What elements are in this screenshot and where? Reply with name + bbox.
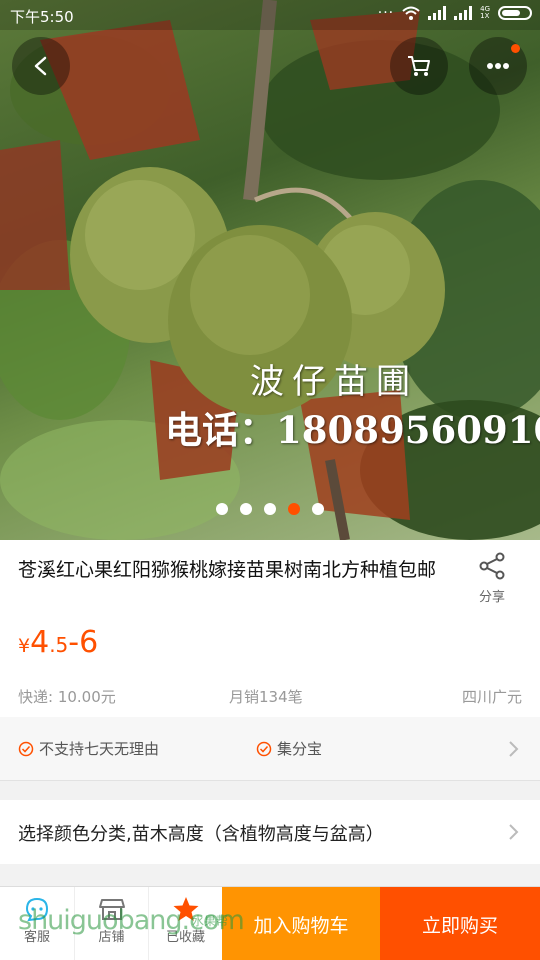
image-watermark-shop: 波仔苗圃 bbox=[250, 362, 418, 402]
price-currency: ¥ bbox=[18, 635, 31, 657]
shop-icon bbox=[98, 899, 125, 920]
status-time: 下午5:50 bbox=[10, 8, 74, 26]
notification-badge bbox=[511, 44, 520, 53]
price: ¥4.5-6 bbox=[18, 625, 98, 660]
tool-label: 客服 bbox=[23, 930, 50, 945]
signal-strength-secondary-icon bbox=[454, 6, 473, 20]
product-photo bbox=[0, 0, 540, 540]
check-circle-icon bbox=[18, 741, 34, 756]
signal-strength-icon bbox=[428, 6, 447, 20]
share-button[interactable]: 分享 bbox=[468, 552, 516, 605]
cart-button[interactable] bbox=[390, 37, 448, 95]
customer-service-icon bbox=[25, 897, 49, 922]
pager-dot bbox=[240, 503, 252, 515]
favorite-button[interactable]: 已收藏 bbox=[148, 887, 222, 960]
status-icons: ··· 4G 1X bbox=[378, 5, 532, 21]
more-dots-icon bbox=[487, 63, 509, 69]
service-item-jifenbao: 集分宝 bbox=[256, 738, 322, 759]
bottom-action-bar: 客服 店铺 已收藏 加入购物车 立即购买 bbox=[0, 886, 540, 960]
more-button[interactable] bbox=[469, 37, 527, 95]
price-separator: - bbox=[68, 625, 80, 660]
check-circle-icon bbox=[256, 741, 272, 756]
image-watermark-phone: 电话：18089560910 bbox=[165, 408, 540, 452]
wifi-icon bbox=[402, 6, 420, 20]
star-icon bbox=[173, 897, 198, 921]
share-label: 分享 bbox=[478, 590, 505, 605]
tool-label: 已收藏 bbox=[165, 930, 205, 945]
battery-icon bbox=[498, 6, 532, 20]
product-info: 苍溪红心果红阳猕猴桃嫁接苗果树南北方种植包邮 分享 ¥4.5-6 快递: 10.… bbox=[0, 540, 540, 717]
status-bar: 下午5:50 ··· 4G 1X bbox=[0, 0, 540, 30]
carousel-pager bbox=[0, 503, 540, 515]
chevron-right-icon bbox=[509, 824, 519, 840]
notification-dots-icon: ··· bbox=[377, 5, 395, 21]
price-low-dec: .5 bbox=[49, 633, 69, 657]
shop-button[interactable]: 店铺 bbox=[74, 887, 148, 960]
ship-location: 四川广元 bbox=[461, 688, 522, 706]
monthly-sales: 月销134笔 bbox=[229, 688, 303, 706]
product-image-carousel[interactable]: 下午5:50 ··· 4G 1X 波仔苗圃 电话：18089560910 bbox=[0, 0, 540, 540]
chevron-left-icon bbox=[34, 56, 47, 76]
back-button[interactable] bbox=[12, 37, 70, 95]
chevron-right-icon bbox=[509, 741, 519, 757]
customer-service-button[interactable]: 客服 bbox=[0, 887, 74, 960]
service-guarantees-row[interactable]: 不支持七天无理由 集分宝 bbox=[0, 717, 540, 781]
pager-dot bbox=[216, 503, 228, 515]
shopping-cart-icon bbox=[408, 56, 430, 76]
pager-dot bbox=[312, 503, 324, 515]
buy-now-button[interactable]: 立即购买 bbox=[380, 887, 540, 960]
sku-selector-label: 选择颜色分类,苗木高度（含植物高度与盆高） bbox=[18, 824, 384, 845]
service-label: 集分宝 bbox=[277, 740, 323, 758]
product-title: 苍溪红心果红阳猕猴桃嫁接苗果树南北方种植包邮 bbox=[18, 559, 437, 581]
add-to-cart-button[interactable]: 加入购物车 bbox=[222, 887, 380, 960]
sku-selector[interactable]: 选择颜色分类,苗木高度（含植物高度与盆高） bbox=[0, 800, 540, 864]
network-type: 4G 1X bbox=[480, 5, 490, 20]
price-low-int: 4 bbox=[30, 625, 50, 660]
service-label: 不支持七天无理由 bbox=[39, 740, 160, 758]
share-icon bbox=[479, 552, 505, 580]
pager-dot bbox=[264, 503, 276, 515]
price-high: 6 bbox=[79, 625, 99, 660]
service-item-no-return: 不支持七天无理由 bbox=[18, 738, 159, 759]
tool-label: 店铺 bbox=[98, 930, 125, 945]
shipping-fee: 快递: 10.00元 bbox=[18, 688, 116, 706]
pager-dot bbox=[288, 503, 300, 515]
